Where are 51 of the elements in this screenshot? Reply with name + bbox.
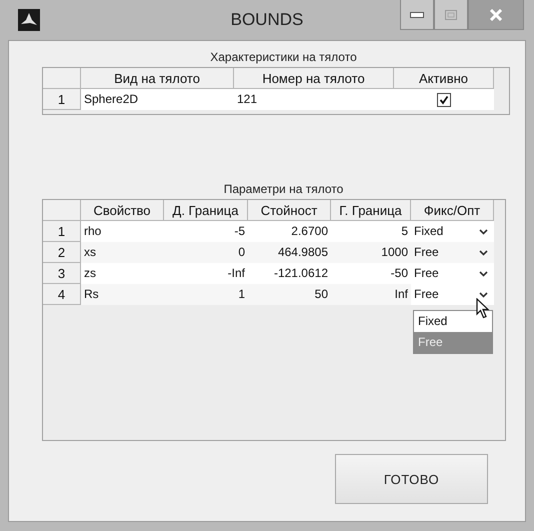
column-header[interactable]: Номер на тялото — [234, 68, 394, 89]
table-cell[interactable]: 2.6700 — [248, 221, 331, 242]
row-number: 2 — [43, 242, 81, 263]
table-cell[interactable]: Inf — [331, 284, 411, 305]
table-cell[interactable]: -Inf — [164, 263, 248, 284]
table-cell[interactable]: 464.9805 — [248, 242, 331, 263]
table-cell[interactable]: -50 — [331, 263, 411, 284]
close-button[interactable] — [468, 0, 524, 30]
column-header[interactable]: Стойност — [248, 200, 331, 221]
chevron-down-icon[interactable] — [479, 250, 488, 256]
mode-select[interactable]: Free — [411, 242, 494, 263]
app-icon — [18, 9, 40, 31]
table-cell[interactable]: 50 — [248, 284, 331, 305]
table-cell[interactable]: 1 — [164, 284, 248, 305]
dropdown-option[interactable]: Fixed — [414, 311, 492, 332]
table-cell[interactable]: -5 — [164, 221, 248, 242]
table-title: Параметри на тялото — [222, 181, 344, 197]
minimize-button[interactable] — [400, 0, 434, 30]
table-cell[interactable]: Sphere2D — [81, 89, 234, 110]
mode-select[interactable]: Fixed — [411, 221, 494, 242]
checkbox[interactable] — [437, 92, 451, 106]
table-cell[interactable]: 1000 — [331, 242, 411, 263]
row-number: 3 — [43, 263, 81, 284]
table-cell[interactable]: xs — [81, 242, 164, 263]
table-title: Характеристики на тялото — [209, 49, 358, 65]
column-header[interactable]: Д. Граница — [164, 200, 248, 221]
row-number: 1 — [43, 221, 81, 242]
column-header[interactable]: Активно — [394, 68, 494, 89]
table-cell[interactable]: -121.0612 — [248, 263, 331, 284]
column-header[interactable]: Фикс/Опт — [411, 200, 494, 221]
minimize-icon — [410, 12, 424, 18]
column-header[interactable]: Свойство — [81, 200, 164, 221]
table-cell[interactable]: 5 — [331, 221, 411, 242]
window-title: BOUNDS — [230, 10, 304, 29]
column-header[interactable]: Г. Граница — [331, 200, 411, 221]
maximize-icon — [445, 10, 457, 20]
table-cell[interactable]: 121 — [234, 89, 394, 110]
table-cell[interactable]: 0 — [164, 242, 248, 263]
close-icon — [489, 8, 503, 20]
row-number: 1 — [43, 89, 81, 110]
chevron-down-icon[interactable] — [479, 270, 488, 276]
table-cell[interactable]: rho — [81, 221, 164, 242]
table-cell[interactable]: zs — [81, 263, 164, 284]
row-number: 4 — [43, 284, 81, 305]
mode-select[interactable]: Free — [411, 284, 494, 305]
table-cell[interactable]: Rs — [81, 284, 164, 305]
chevron-down-icon[interactable] — [479, 292, 488, 298]
done-button[interactable]: ГОТОВО — [335, 454, 488, 504]
column-header[interactable]: Вид на тялото — [81, 68, 234, 89]
chevron-down-icon[interactable] — [479, 228, 488, 234]
mode-select[interactable]: Free — [411, 263, 494, 284]
